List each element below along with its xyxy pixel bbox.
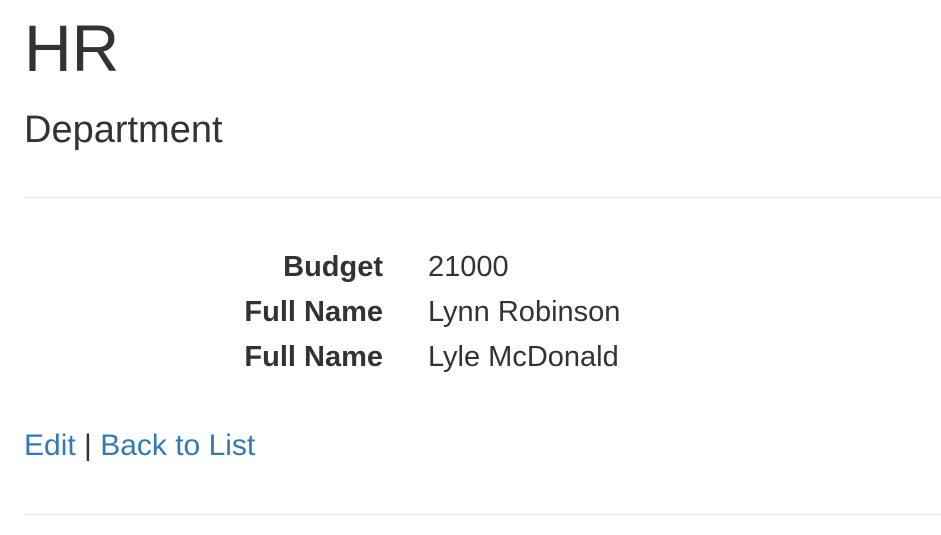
detail-label: Budget xyxy=(283,251,383,283)
details-list: Budget 21000 Full Name Lynn Robinson Ful… xyxy=(24,245,941,380)
back-to-list-link[interactable]: Back to List xyxy=(100,429,255,462)
detail-label: Full Name xyxy=(244,296,383,328)
detail-row-full-name: Full Name Lyle McDonald xyxy=(24,335,941,380)
detail-row-full-name: Full Name Lynn Robinson xyxy=(24,290,941,335)
page-subtitle: Department xyxy=(24,109,223,151)
action-links: Edit | Back to List xyxy=(24,424,255,468)
link-separator: | xyxy=(84,429,92,462)
detail-row-budget: Budget 21000 xyxy=(24,245,941,290)
details-page: HR Department Budget 21000 Full Name Lyn… xyxy=(0,0,941,535)
divider-bottom xyxy=(24,514,941,515)
page-title: HR xyxy=(24,11,120,85)
edit-link[interactable]: Edit xyxy=(24,429,76,462)
detail-value: 21000 xyxy=(428,251,509,283)
detail-value: Lyle McDonald xyxy=(428,341,619,373)
divider-top xyxy=(24,197,941,198)
detail-value: Lynn Robinson xyxy=(428,296,621,328)
detail-label: Full Name xyxy=(244,341,383,373)
